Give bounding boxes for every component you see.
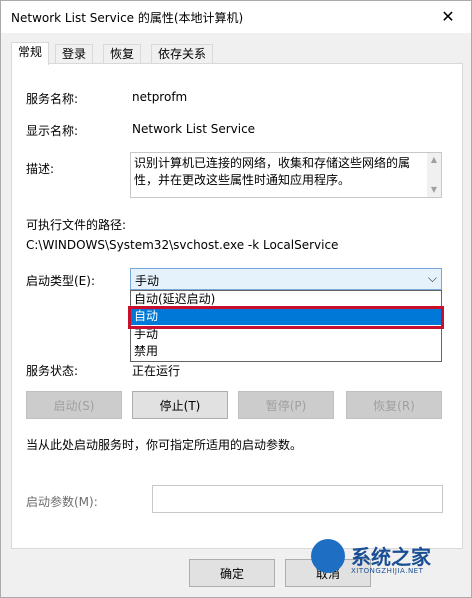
watermark-text: 系统之家 — [351, 545, 431, 569]
description-label: 描述: — [26, 162, 55, 176]
start-button[interactable]: 启动(S) — [26, 391, 122, 419]
general-tab-panel: 服务名称: netprofm 显示名称: Network List Servic… — [11, 63, 463, 549]
tab-dependencies[interactable]: 依存关系 — [151, 44, 214, 64]
hint-text: 当从此处启动服务时，你可指定所适用的启动参数。 — [26, 438, 303, 452]
watermark-sub: XITONGZHIJIA.NET — [351, 567, 424, 575]
tab-logon[interactable]: 登录 — [55, 44, 94, 64]
tab-general[interactable]: 常规 — [11, 42, 50, 65]
window-title: Network List Service 的属性(本地计算机) — [11, 11, 244, 25]
watermark: 系统之家 XITONGZHIJIA.NET — [307, 539, 467, 581]
description-text: 识别计算机已连接的网络，收集和存储这些网络的属性，并在更改这些属性时通知应用程序… — [134, 156, 411, 187]
watermark-logo-icon — [311, 539, 345, 573]
title-bar[interactable]: Network List Service 的属性(本地计算机) ✕ — [1, 1, 471, 33]
exe-path-value: C:\WINDOWS\System32\svchost.exe -k Local… — [26, 238, 339, 252]
startup-type-select[interactable]: 手动 ⌵ — [130, 268, 442, 290]
ok-button[interactable]: 确定 — [189, 559, 275, 587]
display-name-value: Network List Service — [132, 122, 256, 136]
description-scrollbar[interactable]: ▲ ▼ — [427, 153, 441, 197]
startup-type-dropdown: 自动(延迟启动) 自动 手动 禁用 — [130, 290, 442, 362]
scroll-up-icon[interactable]: ▲ — [427, 153, 441, 167]
start-params-input[interactable] — [152, 485, 443, 513]
stop-button[interactable]: 停止(T) — [132, 391, 228, 419]
chevron-down-icon[interactable]: ⌵ — [428, 271, 437, 286]
pause-button[interactable]: 暂停(P) — [238, 391, 334, 419]
startup-option-auto-delayed[interactable]: 自动(延迟启动) — [131, 291, 441, 308]
resume-button[interactable]: 恢复(R) — [346, 391, 442, 419]
service-name-value: netprofm — [132, 90, 188, 104]
status-value: 正在运行 — [132, 364, 181, 378]
tab-recovery[interactable]: 恢复 — [103, 44, 142, 64]
service-name-label: 服务名称: — [26, 92, 79, 106]
startup-option-auto[interactable]: 自动 — [131, 308, 441, 325]
status-label: 服务状态: — [26, 364, 79, 378]
exe-path-label: 可执行文件的路径: — [26, 218, 127, 232]
description-box[interactable]: 识别计算机已连接的网络，收集和存储这些网络的属性，并在更改这些属性时通知应用程序… — [130, 152, 442, 198]
startup-option-manual[interactable]: 手动 — [131, 326, 441, 343]
params-label: 启动参数(M): — [26, 495, 98, 509]
display-name-label: 显示名称: — [26, 124, 79, 138]
properties-dialog: Network List Service 的属性(本地计算机) ✕ 常规 登录 … — [0, 0, 472, 598]
scroll-down-icon[interactable]: ▼ — [427, 183, 441, 197]
close-icon[interactable]: ✕ — [425, 1, 471, 31]
startup-type-label: 启动类型(E): — [26, 274, 95, 288]
startup-option-disabled[interactable]: 禁用 — [131, 343, 441, 360]
startup-type-value: 手动 — [135, 274, 160, 288]
